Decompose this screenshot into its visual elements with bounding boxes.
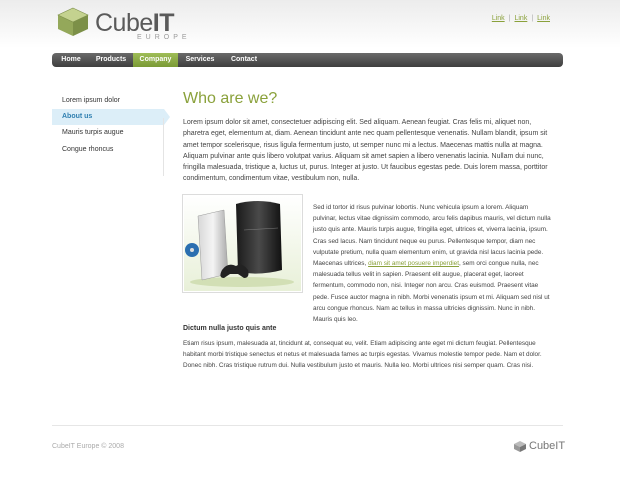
sidebar-item-congue[interactable]: Congue rhoncus — [52, 142, 164, 158]
footer-logo-text: CubeIT — [529, 440, 566, 452]
nav-company[interactable]: Company — [133, 53, 178, 67]
logo-title: CubeIT — [95, 9, 174, 37]
sidebar-item-label: Lorem ipsum dolor — [62, 97, 120, 104]
sidebar-item-label: Mauris turpis augue — [62, 129, 124, 136]
section-heading: Dictum nulla justo quis ante — [183, 325, 277, 332]
main-nav: Home Products Company Services Contact — [52, 53, 563, 67]
nav-home[interactable]: Home — [52, 53, 90, 67]
sidebar-divider — [163, 118, 164, 176]
active-arrow-icon — [164, 109, 170, 125]
sidebar-item-mauris[interactable]: Mauris turpis augue — [52, 125, 164, 141]
top-link-3[interactable]: Link — [537, 15, 550, 22]
top-links: Link | Link | Link — [491, 15, 550, 22]
inline-link[interactable]: diam sit amet posuere imperdiet — [368, 260, 459, 267]
game-console-image — [184, 196, 301, 291]
side-paragraph: Sed id tortor id risus pulvinar lobortis… — [313, 204, 551, 324]
product-image-frame — [182, 194, 303, 293]
page: CubeIT EUROPE Link | Link | Link Home Produc… — [0, 0, 620, 478]
sidebar-item-lorem-ipsum[interactable]: Lorem ipsum dolor — [52, 93, 164, 109]
cube-logo-icon — [57, 7, 89, 36]
nav-products[interactable]: Products — [90, 53, 132, 67]
footer-logo[interactable]: CubeIT — [513, 439, 566, 455]
sidebar-item-label: Congue rhoncus — [62, 146, 114, 153]
sidebar-item-label: About us — [62, 113, 93, 120]
site-logo[interactable]: CubeIT EUROPE — [55, 6, 187, 41]
footer-divider — [52, 425, 563, 426]
page-title: Who are we? — [183, 90, 278, 107]
bottom-paragraph: Etiam risus ipsum, malesuada at, tincidu… — [183, 340, 542, 370]
footer-copyright: CubeIT Europe © 2008 — [52, 443, 124, 450]
intro-paragraph: Lorem ipsum dolor sit amet, consectetuer… — [183, 119, 548, 183]
nav-contact[interactable]: Contact — [222, 53, 266, 67]
nav-services[interactable]: Services — [178, 53, 222, 67]
top-link-1[interactable]: Link — [492, 15, 505, 22]
sidebar-item-about-us[interactable]: About us — [52, 109, 170, 125]
logo-subtitle: EUROPE — [137, 34, 191, 41]
footer-cube-icon — [514, 441, 526, 452]
top-link-2[interactable]: Link — [514, 15, 527, 22]
